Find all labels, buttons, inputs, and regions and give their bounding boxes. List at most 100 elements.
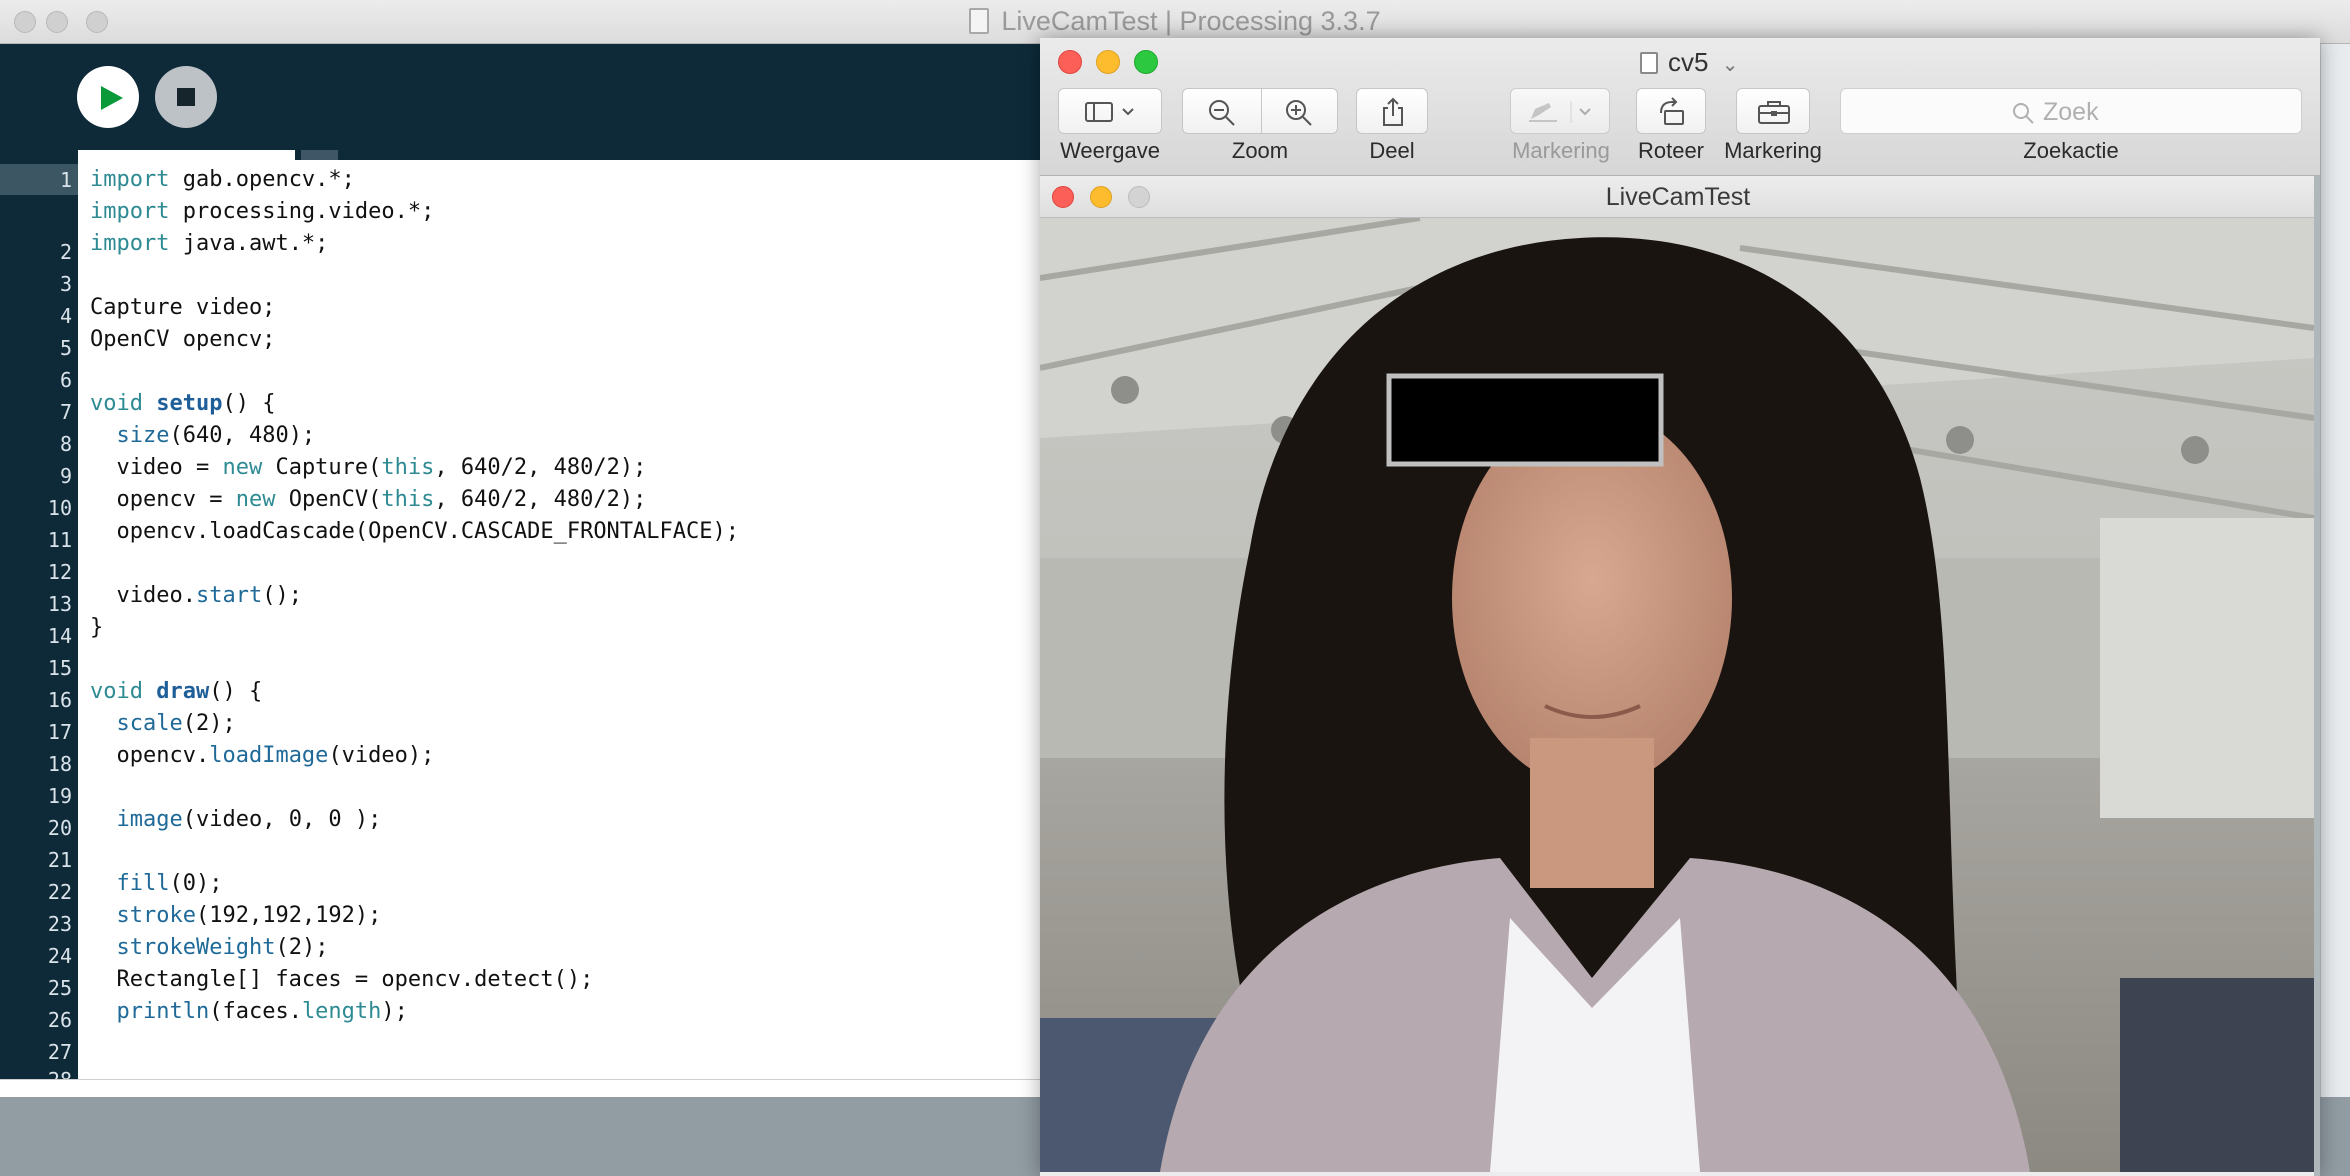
code-function: stroke	[116, 903, 196, 928]
code-text: java.awt.*;	[169, 231, 329, 256]
code-text: gab.opencv.*;	[169, 167, 355, 192]
code-line-9[interactable]: size(640, 480);	[90, 423, 316, 448]
search-icon	[2013, 103, 2034, 124]
run-button[interactable]	[77, 66, 139, 128]
sketch-titlebar: LiveCamTest	[1040, 176, 2316, 218]
line-number: 17	[47, 720, 72, 744]
code-line-24[interactable]: stroke(192,192,192);	[90, 903, 382, 928]
sketch-canvas[interactable]	[1040, 218, 2314, 1172]
code-line-23[interactable]: fill(0);	[90, 871, 223, 896]
code-keyword: new	[222, 455, 263, 480]
code-text: (640, 480);	[169, 423, 316, 448]
code-text: (0);	[169, 871, 223, 896]
code-text: OpenCV(	[275, 487, 382, 512]
stop-button[interactable]	[155, 66, 217, 128]
markup-toolbar-button[interactable]	[1510, 88, 1610, 134]
code-line-27[interactable]: println(faces.length);	[90, 999, 408, 1024]
share-button[interactable]	[1356, 88, 1428, 134]
preview-toolbar: cv5 ⌄ Weergave Zoom Deel Markering Rotee…	[1040, 38, 2320, 176]
code-function: fill	[116, 871, 170, 896]
search-input[interactable]: Zoek	[1840, 88, 2302, 134]
line-number: 25	[47, 976, 72, 1000]
code-line-18[interactable]: scale(2);	[90, 711, 236, 736]
line-number: 12	[47, 560, 72, 584]
code-line-21[interactable]: image(video, 0, 0 );	[90, 807, 382, 832]
line-number: 5	[59, 336, 72, 360]
line-number: 10	[47, 496, 72, 520]
code-text: , 640/2, 480/2);	[434, 487, 647, 512]
preview-scrollbar[interactable]	[2314, 176, 2320, 1176]
markup-label-dim: Markering	[1512, 138, 1610, 163]
code-line-19[interactable]: opencv.loadImage(video);	[90, 743, 434, 768]
code-text: opencv.	[90, 743, 210, 768]
line-number: 18	[47, 752, 72, 776]
code-text: (192,192,192);	[195, 903, 382, 928]
code-line-3[interactable]: import java.awt.*;	[90, 231, 328, 256]
code-text: (video);	[328, 743, 435, 768]
rotate-icon	[1660, 97, 1684, 125]
code-line-10[interactable]: video = new Capture(this, 640/2, 480/2);	[90, 455, 646, 480]
code-line-14[interactable]: video.start();	[90, 583, 301, 608]
code-line-8[interactable]: void setup() {	[90, 391, 275, 416]
code-line-26[interactable]: Rectangle[] faces = opencv.detect();	[90, 967, 593, 992]
code-text: (2);	[182, 711, 236, 736]
code-function: println	[116, 999, 210, 1024]
view-button[interactable]	[1058, 88, 1162, 134]
code-line-6[interactable]: OpenCV opencv;	[90, 327, 275, 352]
preview-close-button[interactable]	[1058, 50, 1082, 74]
code-function: loadImage	[209, 743, 329, 768]
stop-icon	[177, 88, 195, 106]
code-line-25[interactable]: strokeWeight(2);	[90, 935, 329, 960]
ide-window-title: LiveCamTest | Processing 3.3.7	[0, 6, 2350, 37]
line-number: 24	[47, 944, 72, 968]
line-number: 19	[47, 784, 72, 808]
code-text: opencv =	[90, 487, 236, 512]
line-number: 4	[59, 304, 72, 328]
code-line-5[interactable]: Capture video;	[90, 295, 275, 320]
line-number: 9	[59, 464, 72, 488]
markup-button[interactable]	[1736, 88, 1810, 134]
code-line-11[interactable]: opencv = new OpenCV(this, 640/2, 480/2);	[90, 487, 646, 512]
line-number: 1	[59, 168, 72, 192]
code-line-17[interactable]: void draw() {	[90, 679, 262, 704]
sidebar-icon	[1085, 102, 1134, 122]
preview-title[interactable]: cv5 ⌄	[1640, 47, 1738, 78]
share-icon	[1383, 97, 1403, 126]
code-editor[interactable]: import gab.opencv.*; import processing.v…	[78, 160, 1044, 1079]
preview-maximize-button[interactable]	[1134, 50, 1158, 74]
preview-minimize-button[interactable]	[1096, 50, 1120, 74]
sketch-window-title: LiveCamTest	[1605, 183, 1751, 211]
code-line-12[interactable]: opencv.loadCascade(OpenCV.CASCADE_FRONTA…	[90, 519, 739, 544]
line-number: 7	[59, 400, 72, 424]
code-text: video.	[90, 583, 196, 608]
background-window-edge	[2320, 44, 2350, 1097]
line-number: 20	[47, 816, 72, 840]
code-keyword: void	[90, 391, 143, 416]
ide-title-text: LiveCamTest | Processing 3.3.7	[1001, 6, 1381, 36]
zoom-out-button[interactable]	[1183, 89, 1261, 133]
zoom-button-group	[1182, 88, 1338, 134]
code-line-2[interactable]: import processing.video.*;	[90, 199, 434, 224]
document-icon	[969, 8, 990, 34]
code-function: strokeWeight	[116, 935, 276, 960]
code-keyword: import	[90, 231, 170, 256]
code-text: );	[381, 999, 408, 1024]
line-number: 21	[47, 848, 72, 872]
play-icon	[101, 86, 123, 110]
code-keyword: this	[381, 487, 435, 512]
code-keyword: new	[235, 487, 276, 512]
view-label: Weergave	[1060, 138, 1160, 163]
code-text: (2);	[275, 935, 329, 960]
code-line-15[interactable]: }	[90, 615, 103, 640]
editor-horizontal-scrollbar[interactable]	[0, 1079, 1044, 1097]
code-function: scale	[116, 711, 183, 736]
code-function: setup	[156, 391, 223, 416]
rotate-button[interactable]	[1636, 88, 1706, 134]
zoom-in-button[interactable]	[1262, 89, 1338, 133]
toolbox-icon	[1758, 101, 1790, 124]
line-number: 27	[47, 1040, 72, 1064]
code-keyword: import	[90, 199, 170, 224]
line-number: 6	[59, 368, 72, 392]
line-number: 22	[47, 880, 72, 904]
code-line-1[interactable]: import gab.opencv.*;	[90, 167, 355, 192]
